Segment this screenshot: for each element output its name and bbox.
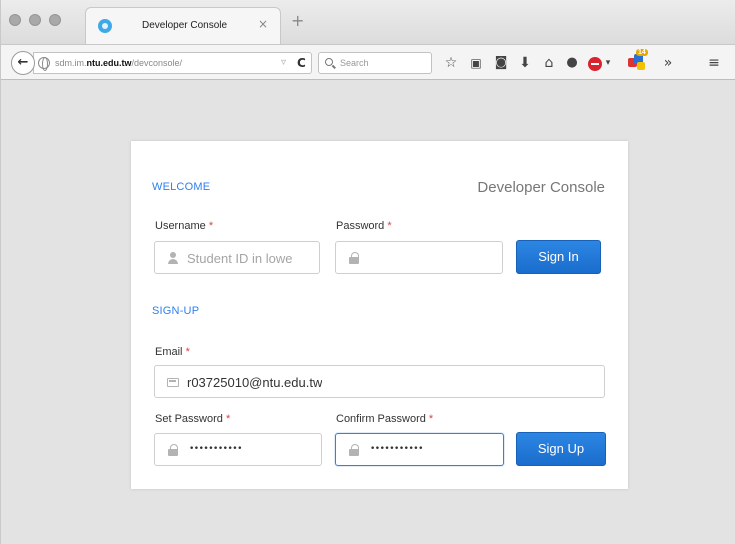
url-text: sdm.im.ntu.edu.tw/devconsole/ — [55, 58, 182, 68]
url-prefix: sdm.im. — [55, 58, 87, 68]
search-placeholder: Search — [340, 58, 369, 68]
browser-window: Developer Console × + sdm.im.ntu.edu.tw/… — [0, 0, 735, 544]
set-password-label: Set Password * — [155, 413, 231, 425]
close-window-button[interactable] — [9, 14, 21, 26]
extension-icon[interactable]: 14 — [628, 49, 648, 71]
login-card: WELCOME Developer Console Username * Stu… — [131, 141, 628, 489]
lock-icon — [348, 252, 360, 264]
adblock-dropdown-icon[interactable]: ▾ — [604, 54, 612, 72]
zoom-window-button[interactable] — [49, 14, 61, 26]
downloads-icon[interactable]: ⬇ — [516, 54, 534, 72]
reading-list-icon[interactable]: ▣ — [467, 54, 485, 72]
console-title: Developer Console — [477, 179, 605, 196]
pocket-icon[interactable]: ◙ — [492, 54, 510, 72]
back-button[interactable]: ← — [11, 51, 35, 75]
set-password-input[interactable]: ••••••••••• — [154, 433, 322, 466]
lock-icon — [167, 444, 179, 456]
confirm-password-label: Confirm Password * — [336, 413, 434, 425]
globe-icon — [38, 57, 50, 71]
confirm-password-input[interactable]: ••••••••••• — [335, 433, 504, 466]
extension-badge-count: 14 — [636, 49, 648, 56]
mail-icon — [167, 378, 179, 387]
new-tab-button[interactable]: + — [291, 11, 304, 30]
url-domain: ntu.edu.tw — [86, 58, 132, 68]
email-label: Email * — [155, 346, 190, 358]
window-controls — [9, 14, 61, 26]
adblock-icon[interactable] — [588, 57, 602, 71]
username-input[interactable]: Student ID in lowe — [154, 241, 320, 274]
confirm-password-mask: ••••••••••• — [370, 444, 423, 454]
username-placeholder: Student ID in lowe — [187, 251, 293, 266]
reload-icon[interactable]: C — [297, 56, 306, 70]
bookmark-star-icon[interactable]: ☆ — [442, 54, 460, 72]
sign-up-button[interactable]: Sign Up — [516, 432, 606, 466]
password-label: Password * — [336, 220, 392, 232]
home-icon[interactable]: ⌂ — [540, 54, 558, 72]
lock-icon — [348, 444, 360, 456]
chat-icon[interactable]: ● — [563, 54, 581, 72]
minimize-window-button[interactable] — [29, 14, 41, 26]
signup-label: SIGN-UP — [152, 305, 200, 317]
url-bar[interactable]: sdm.im.ntu.edu.tw/devconsole/ ▿ C — [33, 52, 312, 74]
tab-strip: Developer Console × + — [1, 0, 735, 44]
overflow-icon[interactable]: » — [659, 54, 677, 72]
navigation-bar: sdm.im.ntu.edu.tw/devconsole/ ▿ C ← Sear… — [1, 44, 735, 80]
tab-title: Developer Console — [142, 20, 228, 31]
tab-developer-console[interactable]: Developer Console × — [85, 7, 281, 44]
email-value: r03725010@ntu.edu.tw — [187, 375, 323, 390]
back-arrow-icon: ← — [17, 55, 29, 70]
sign-in-button[interactable]: Sign In — [516, 240, 601, 274]
tab-close-icon[interactable]: × — [258, 17, 268, 31]
user-icon — [167, 252, 179, 264]
set-password-mask: ••••••••••• — [189, 444, 242, 454]
site-favicon-icon — [98, 19, 112, 33]
url-dropdown-icon[interactable]: ▿ — [281, 57, 286, 68]
url-path: /devconsole/ — [131, 58, 183, 68]
username-label: Username * — [155, 220, 214, 232]
password-input[interactable] — [335, 241, 503, 274]
menu-icon[interactable]: ≡ — [705, 54, 723, 72]
email-input[interactable]: r03725010@ntu.edu.tw — [154, 365, 605, 398]
search-bar[interactable]: Search — [318, 52, 432, 74]
page-content: WELCOME Developer Console Username * Stu… — [1, 80, 735, 544]
search-icon — [325, 58, 333, 66]
welcome-label: WELCOME — [152, 181, 211, 193]
